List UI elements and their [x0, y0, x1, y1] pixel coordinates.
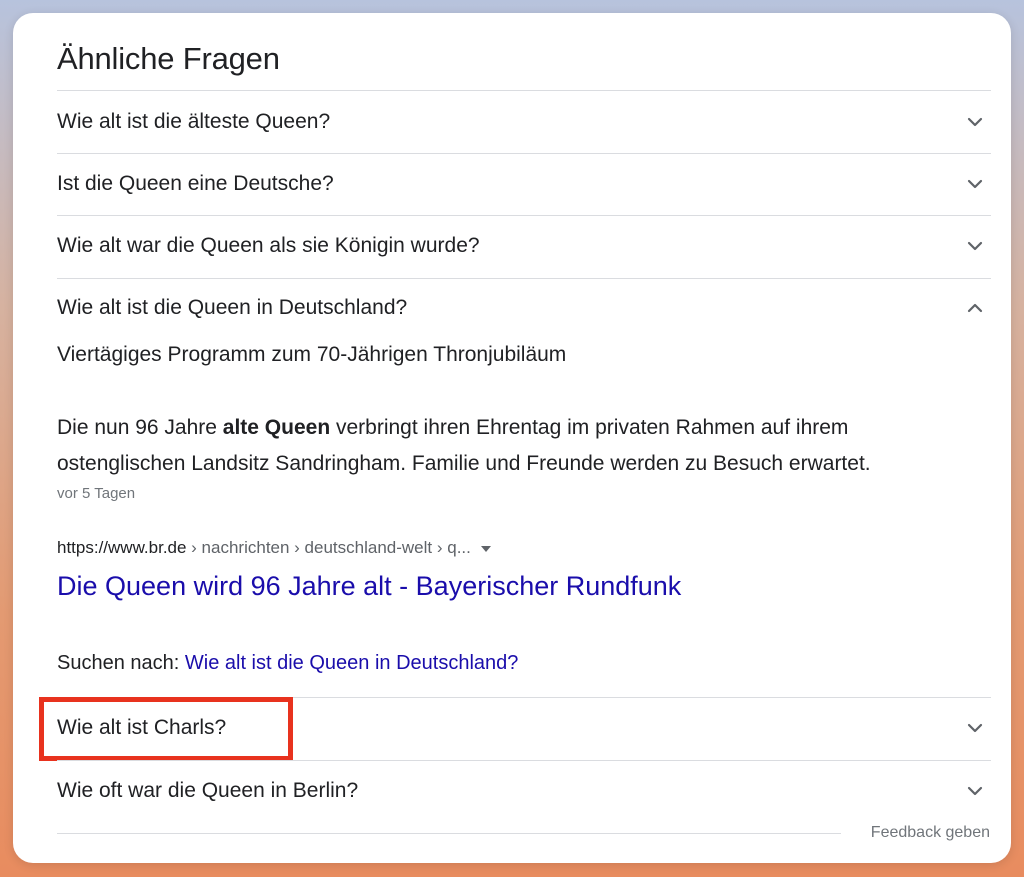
- question-item-age-became-queen[interactable]: Wie alt war die Queen als sie Königin wu…: [57, 216, 991, 276]
- chevron-up-icon: [967, 303, 983, 313]
- chevron-down-icon: [967, 241, 983, 251]
- related-questions-card: Ähnliche Fragen Wie alt ist die älteste …: [13, 13, 1011, 863]
- answer-heading: Viertägiges Programm zum 70-Jährigen Thr…: [57, 343, 567, 366]
- section-title: Ähnliche Fragen: [57, 41, 280, 76]
- answer-bold-text: alte Queen: [222, 416, 331, 439]
- question-item-queen-german[interactable]: Ist die Queen eine Deutsche?: [57, 154, 991, 214]
- question-label: Ist die Queen eine Deutsche?: [57, 172, 334, 195]
- divider: [57, 90, 991, 91]
- question-item-queen-in-germany[interactable]: Wie alt ist die Queen in Deutschland?: [57, 278, 991, 338]
- chevron-down-icon: [967, 117, 983, 127]
- answer-snippet: Die nun 96 Jahre alte Queen verbringt ih…: [57, 410, 977, 482]
- answer-text: Die nun 96 Jahre: [57, 416, 223, 439]
- question-label: Wie alt ist die älteste Queen?: [57, 110, 331, 133]
- caret-down-icon[interactable]: [480, 545, 491, 552]
- chevron-down-icon: [967, 179, 983, 189]
- question-label: Wie oft war die Queen in Berlin?: [57, 779, 359, 802]
- question-item-queen-berlin[interactable]: Wie oft war die Queen in Berlin?: [57, 761, 991, 821]
- question-label: Wie alt ist Charls?: [57, 716, 227, 739]
- question-item-charls[interactable]: Wie alt ist Charls?: [57, 698, 991, 758]
- search-link[interactable]: Wie alt ist die Queen in Deutschland?: [185, 652, 519, 674]
- source-domain: https://www.br.de: [57, 538, 187, 557]
- search-for: Suchen nach: Wie alt ist die Queen in De…: [57, 652, 518, 675]
- question-label: Wie alt ist die Queen in Deutschland?: [57, 296, 408, 319]
- chevron-down-icon: [967, 786, 983, 796]
- feedback-link[interactable]: Feedback geben: [871, 824, 990, 842]
- search-prefix: Suchen nach:: [57, 652, 185, 674]
- question-item-oldest-queen[interactable]: Wie alt ist die älteste Queen?: [57, 92, 991, 152]
- answer-date: vor 5 Tagen: [57, 485, 136, 502]
- footer-divider: [57, 833, 841, 834]
- result-link[interactable]: Die Queen wird 96 Jahre alt - Bayerische…: [57, 571, 681, 602]
- source-url: https://www.br.de › nachrichten › deutsc…: [57, 538, 491, 558]
- chevron-down-icon: [967, 723, 983, 733]
- source-path: › nachrichten › deutschland-welt › q...: [186, 538, 471, 557]
- question-label: Wie alt war die Queen als sie Königin wu…: [57, 234, 480, 257]
